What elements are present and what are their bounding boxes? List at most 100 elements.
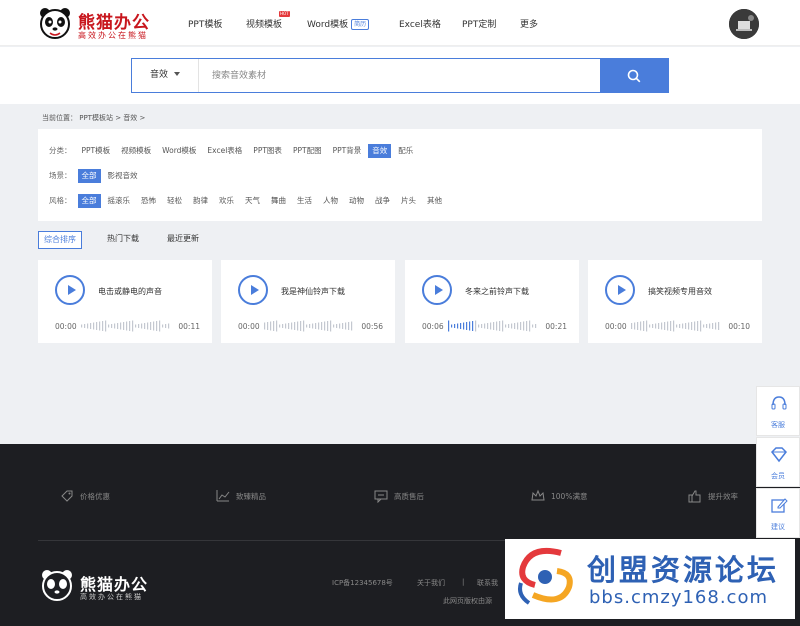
nav-video-templates[interactable]: 视频模板 <box>246 17 282 30</box>
filter-option[interactable]: 摇滚乐 <box>104 194 135 208</box>
search-input[interactable] <box>204 59 594 92</box>
play-icon[interactable] <box>605 275 635 305</box>
waveform-bar <box>517 322 519 330</box>
chevron-down-icon <box>174 72 181 76</box>
waveform-bar <box>138 324 140 328</box>
nav-ppt-custom[interactable]: PPT定制 <box>462 17 496 30</box>
filter-option[interactable]: 人物 <box>319 194 342 208</box>
waveform[interactable] <box>448 320 538 332</box>
filter-option[interactable]: 生活 <box>293 194 316 208</box>
user-avatar[interactable] <box>729 9 759 39</box>
filter-option[interactable]: Word模板 <box>158 144 200 158</box>
sort-tab-comprehensive[interactable]: 综合排序 <box>38 231 82 249</box>
filter-option-active[interactable]: 音效 <box>368 144 392 158</box>
filter-option-active[interactable]: 全部 <box>77 169 101 183</box>
waveform-bar <box>162 324 164 328</box>
watermark-title: 创盟资源论坛 <box>587 553 780 587</box>
breadcrumb-prefix: 当前位置： <box>42 114 77 122</box>
filter-option[interactable]: 影视音效 <box>104 169 142 183</box>
waveform-bar <box>676 324 678 328</box>
filter-option[interactable]: Excel表格 <box>203 144 246 158</box>
filter-option[interactable]: PPT图表 <box>249 144 286 158</box>
sort-tab-hot-downloads[interactable]: 热门下载 <box>107 231 139 249</box>
filter-option-active[interactable]: 全部 <box>77 194 101 208</box>
footer-link-contact[interactable]: 联系我 <box>477 578 498 588</box>
sort-tab-recent[interactable]: 最近更新 <box>167 231 199 249</box>
sound-title[interactable]: 冬来之前铃声下载 <box>465 286 529 297</box>
waveform-bar <box>306 324 308 328</box>
waveform-bar <box>324 321 326 331</box>
waveform-bar <box>535 324 537 328</box>
side-label: 客服 <box>771 421 785 429</box>
filter-option[interactable]: 韵律 <box>189 194 212 208</box>
side-label: 会员 <box>771 472 785 480</box>
waveform-bar <box>129 321 131 331</box>
filter-option[interactable]: PPT背景 <box>329 144 366 158</box>
site-logo[interactable]: 熊猫办公 高效办公在熊猫 <box>38 6 168 42</box>
filter-option[interactable]: 其他 <box>423 194 446 208</box>
chat-icon <box>374 490 388 503</box>
sound-card[interactable]: 冬来之前铃声下载 00:06 00:21 <box>405 260 579 343</box>
waveform-bar <box>270 321 272 331</box>
search-button[interactable] <box>600 59 668 92</box>
sound-title[interactable]: 我是神仙铃声下载 <box>281 286 345 297</box>
play-icon[interactable] <box>55 275 85 305</box>
sound-card[interactable]: 我是神仙铃声下载 00:00 00:56 <box>221 260 395 343</box>
sound-title[interactable]: 电击或静电的声音 <box>98 286 162 297</box>
breadcrumb-ppt-site[interactable]: PPT模板站 <box>79 114 113 122</box>
filter-option[interactable]: 轻松 <box>163 194 186 208</box>
side-suggestion[interactable]: 建议 <box>756 488 800 538</box>
filter-option[interactable]: 天气 <box>241 194 264 208</box>
waveform-bar <box>117 323 119 329</box>
sound-title[interactable]: 搞笑视频专用音效 <box>648 286 712 297</box>
waveform-bar <box>288 323 290 329</box>
search-box: 音效 <box>131 58 669 93</box>
sound-card[interactable]: 电击或静电的声音 00:00 00:11 <box>38 260 212 343</box>
filter-label-category: 分类： <box>49 146 72 155</box>
nav-more[interactable]: 更多 <box>520 17 538 30</box>
waveform-bar <box>502 320 504 332</box>
footer-brand-slogan: 高效办公在熊猫 <box>80 593 143 601</box>
filter-option[interactable]: 配乐 <box>394 144 417 158</box>
footer-link-about[interactable]: 关于我们 <box>417 578 445 588</box>
filter-option[interactable]: 欢乐 <box>215 194 238 208</box>
waveform-bar <box>664 322 666 330</box>
filter-option[interactable]: 舞曲 <box>267 194 290 208</box>
waveform-bar <box>153 321 155 331</box>
waveform[interactable] <box>81 320 171 332</box>
filter-option[interactable]: 视频模板 <box>117 144 155 158</box>
filter-option[interactable]: 恐怖 <box>137 194 160 208</box>
filter-option[interactable]: 片头 <box>397 194 420 208</box>
filter-option[interactable]: PPT模板 <box>78 144 115 158</box>
footer-feature-price: 价格优惠 <box>60 489 110 503</box>
waveform-bar <box>460 323 462 329</box>
search-category-select[interactable]: 音效 <box>132 59 199 92</box>
breadcrumb-separator: > <box>115 114 122 122</box>
filter-option[interactable]: 战争 <box>371 194 394 208</box>
waveform-bar <box>87 323 89 329</box>
play-icon[interactable] <box>238 275 268 305</box>
footer-logo[interactable]: 熊猫办公 高效办公在熊猫 <box>40 568 170 606</box>
sound-card[interactable]: 搞笑视频专用音效 00:00 00:10 <box>588 260 762 343</box>
waveform-bar <box>532 324 534 328</box>
nav-word-templates[interactable]: Word模板 简历 <box>307 17 370 30</box>
filter-option[interactable]: PPT配图 <box>289 144 326 158</box>
waveform[interactable] <box>631 320 721 332</box>
waveform-bar <box>481 324 483 328</box>
waveform-bar <box>688 322 690 330</box>
waveform[interactable] <box>264 320 354 332</box>
side-membership[interactable]: 会员 <box>756 437 800 487</box>
nav-excel[interactable]: Excel表格 <box>399 17 441 30</box>
nav-ppt-templates[interactable]: PPT模板 <box>188 17 222 30</box>
waveform-bar <box>478 324 480 328</box>
waveform-bar <box>102 321 104 331</box>
breadcrumb-sound-effects[interactable]: 音效 <box>123 114 137 122</box>
waveform-bar <box>640 321 642 331</box>
icp-number[interactable]: ICP备12345678号 <box>332 578 393 588</box>
footer-copyright: 此网页版权由源 <box>443 597 492 605</box>
play-icon[interactable] <box>422 275 452 305</box>
waveform-bar <box>111 324 113 328</box>
side-customer-service[interactable]: 客服 <box>756 386 800 436</box>
waveform-bar <box>123 322 125 330</box>
filter-option[interactable]: 动物 <box>345 194 368 208</box>
